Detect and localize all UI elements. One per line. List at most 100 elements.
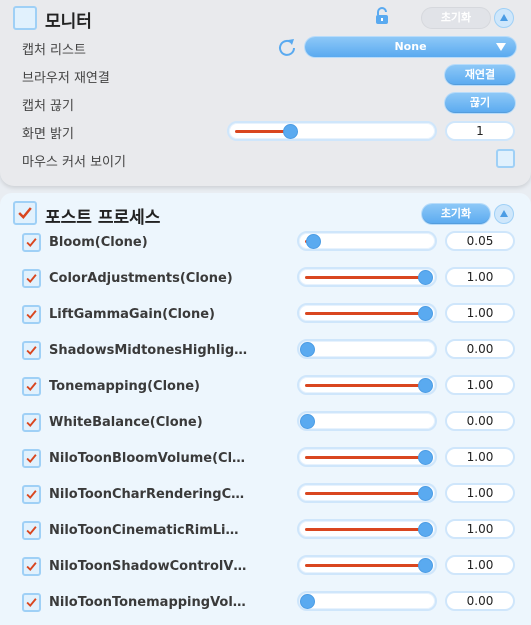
chevron-up-icon <box>500 14 508 21</box>
effect-checkbox[interactable] <box>22 377 41 396</box>
monitor-reset-button[interactable]: 초기화 <box>422 8 490 28</box>
slider-fill <box>305 384 426 387</box>
reconnect-button[interactable]: 재연결 <box>445 65 515 85</box>
checkmark-icon <box>26 382 37 392</box>
effect-weight-value[interactable]: 1.00 <box>445 447 515 467</box>
slider-fill <box>305 276 426 279</box>
slider-knob[interactable] <box>418 486 433 501</box>
slider-knob[interactable] <box>418 378 433 393</box>
brightness-label: 화면 밝기 <box>22 127 74 142</box>
effect-weight-slider[interactable] <box>297 339 437 359</box>
effect-checkbox[interactable] <box>22 269 41 288</box>
effect-weight-value[interactable]: 0.05 <box>445 231 515 251</box>
capture-list-dropdown[interactable]: None <box>305 37 516 57</box>
slider-fill <box>305 492 426 495</box>
effect-label: WhiteBalance(Clone) <box>49 415 203 430</box>
checkmark-icon <box>26 238 37 248</box>
effect-label: Bloom(Clone) <box>49 235 148 250</box>
effect-label: NiloToonCharRenderingC… <box>49 487 245 502</box>
capture-disconnect-label: 캡처 끊기 <box>22 99 74 114</box>
slider-fill <box>305 564 426 567</box>
slider-knob[interactable] <box>305 234 321 249</box>
checkmark-icon <box>26 562 37 572</box>
slider-knob[interactable] <box>300 594 315 609</box>
checkmark-icon <box>26 274 37 284</box>
effect-checkbox[interactable] <box>22 485 41 504</box>
slider-knob[interactable] <box>418 270 433 285</box>
post-process-reset-button[interactable]: 초기화 <box>422 204 490 224</box>
effect-weight-value[interactable]: 0.00 <box>445 411 515 431</box>
checkmark-icon <box>26 418 37 428</box>
effect-weight-slider[interactable] <box>297 375 437 395</box>
effect-label: NiloToonCinematicRimLi… <box>49 523 239 538</box>
chevron-down-icon <box>496 43 506 51</box>
capture-list-label: 캡처 리스트 <box>22 43 86 58</box>
effect-checkbox[interactable] <box>22 341 41 360</box>
monitor-collapse-button[interactable] <box>494 8 514 28</box>
effect-weight-slider[interactable] <box>297 483 437 503</box>
post-process-toggle-checkbox[interactable] <box>13 201 37 225</box>
effect-label: NiloToonTonemappingVol… <box>49 595 246 610</box>
effect-checkbox[interactable] <box>22 521 41 540</box>
effect-checkbox[interactable] <box>22 557 41 576</box>
post-process-collapse-button[interactable] <box>494 204 514 224</box>
effect-weight-value[interactable]: 1.00 <box>445 375 515 395</box>
effect-weight-value[interactable]: 1.00 <box>445 303 515 323</box>
effect-checkbox[interactable] <box>22 593 41 612</box>
effect-weight-slider[interactable] <box>297 231 437 251</box>
show-cursor-label: 마우스 커서 보이기 <box>22 155 126 170</box>
effect-checkbox[interactable] <box>22 413 41 432</box>
effect-label: NiloToonShadowControlV… <box>49 559 247 574</box>
checkmark-icon <box>26 310 37 320</box>
effect-weight-slider[interactable] <box>297 555 437 575</box>
checkmark-icon <box>26 490 37 500</box>
unlock-icon[interactable] <box>374 7 390 25</box>
brightness-value-field[interactable]: 1 <box>445 121 515 141</box>
effect-checkbox[interactable] <box>22 233 41 252</box>
checkmark-icon <box>26 526 37 536</box>
show-cursor-checkbox[interactable] <box>496 149 515 168</box>
effect-weight-slider[interactable] <box>297 303 437 323</box>
checkmark-icon <box>26 346 37 356</box>
effect-label: ColorAdjustments(Clone) <box>49 271 233 286</box>
monitor-panel: 모니터 초기화 캡처 리스트 None 브라우저 재연결 재연결 캡처 끊기 끊… <box>0 0 531 186</box>
effect-weight-slider[interactable] <box>297 447 437 467</box>
monitor-title: 모니터 <box>45 12 92 32</box>
slider-knob[interactable] <box>418 558 433 573</box>
effect-weight-value[interactable]: 0.00 <box>445 339 515 359</box>
slider-knob[interactable] <box>300 342 315 357</box>
post-process-title: 포스트 프로세스 <box>45 208 161 228</box>
browser-reconnect-label: 브라우저 재연결 <box>22 71 110 86</box>
effect-checkbox[interactable] <box>22 305 41 324</box>
effect-weight-value[interactable]: 1.00 <box>445 483 515 503</box>
effect-weight-slider[interactable] <box>297 519 437 539</box>
effect-weight-value[interactable]: 1.00 <box>445 555 515 575</box>
slider-knob[interactable] <box>418 306 433 321</box>
checkmark-icon <box>26 454 37 464</box>
slider-knob[interactable] <box>418 522 433 537</box>
refresh-icon[interactable] <box>277 37 297 57</box>
effect-weight-slider[interactable] <box>297 411 437 431</box>
checkmark-icon <box>26 598 37 608</box>
effect-weight-value[interactable]: 0.00 <box>445 591 515 611</box>
effect-label: NiloToonBloomVolume(Cl… <box>49 451 246 466</box>
slider-fill <box>305 528 426 531</box>
effect-label: ShadowsMidtonesHighlig… <box>49 343 248 358</box>
brightness-slider[interactable] <box>227 121 437 141</box>
effect-weight-value[interactable]: 1.00 <box>445 267 515 287</box>
slider-knob[interactable] <box>418 450 433 465</box>
slider-fill <box>305 312 426 315</box>
capture-list-selected: None <box>394 40 427 53</box>
chevron-up-icon <box>500 210 508 217</box>
effect-weight-slider[interactable] <box>297 591 437 611</box>
slider-fill <box>235 130 291 133</box>
effect-weight-slider[interactable] <box>297 267 437 287</box>
disconnect-button[interactable]: 끊기 <box>445 93 515 113</box>
effect-weight-value[interactable]: 1.00 <box>445 519 515 539</box>
slider-knob[interactable] <box>282 124 298 139</box>
slider-knob[interactable] <box>300 414 315 429</box>
monitor-toggle-checkbox[interactable] <box>13 6 37 30</box>
effect-checkbox[interactable] <box>22 449 41 468</box>
effect-label: LiftGammaGain(Clone) <box>49 307 215 322</box>
slider-fill <box>305 456 426 459</box>
